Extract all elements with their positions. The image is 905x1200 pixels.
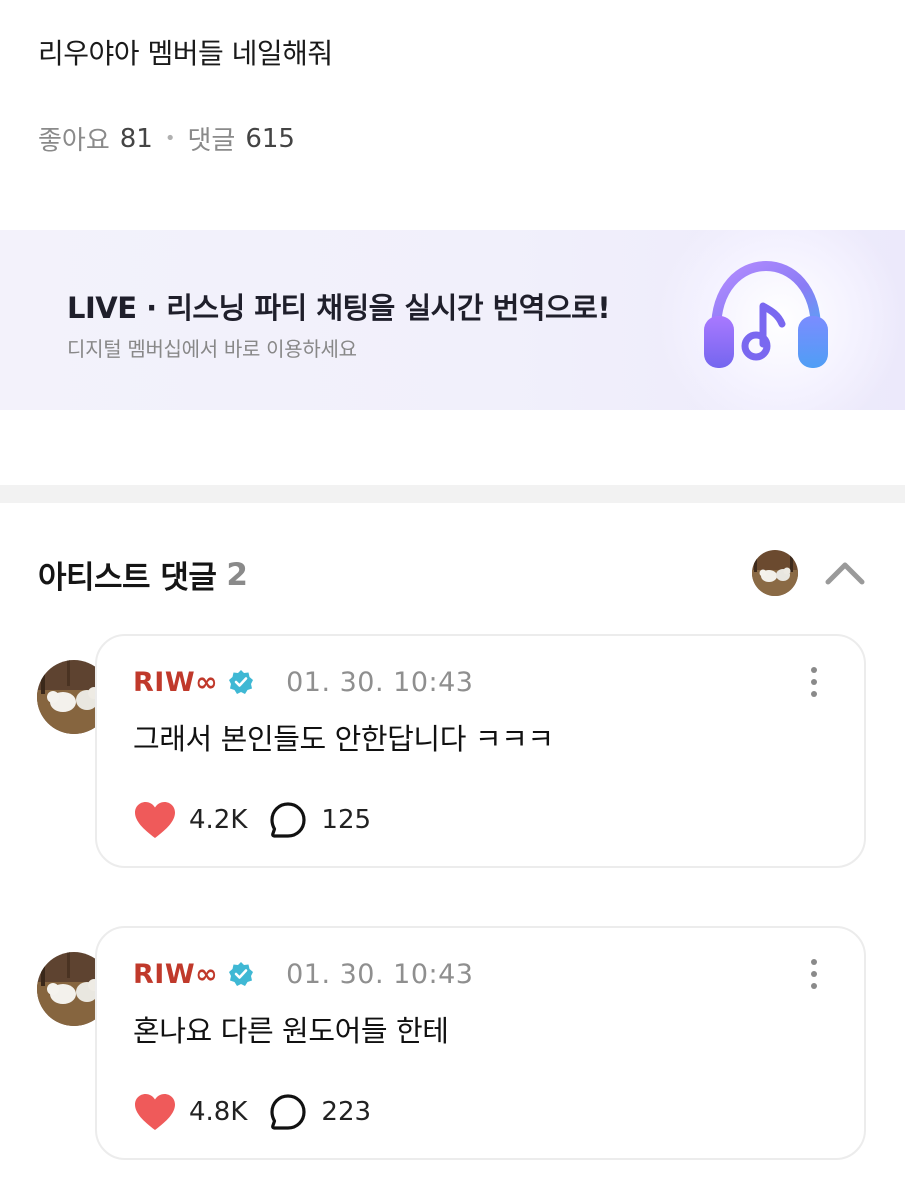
heart-icon[interactable]	[133, 1092, 177, 1132]
artist-comments-header: 아티스트 댓글 2	[38, 552, 248, 597]
verified-badge-icon	[229, 962, 254, 986]
likes-label: 좋아요	[38, 126, 110, 156]
banner-subtitle: 디지털 멤버십에서 바로 이용하세요	[67, 337, 357, 361]
reply-bubble-icon[interactable]	[269, 1093, 307, 1131]
artist-comment-card: RIW∞ 01. 30. 10:43 그래서 본인들도 안한답니다 ㅋㅋㅋ 4.…	[95, 634, 866, 868]
section-divider	[0, 485, 905, 503]
comments-label: 댓글	[187, 126, 236, 156]
comment-text: 그래서 본인들도 안한답니다 ㅋㅋㅋ	[133, 722, 554, 756]
like-count: 4.2K	[189, 805, 248, 835]
comment-header: RIW∞ 01. 30. 10:43	[133, 664, 473, 700]
headphones-music-icon	[704, 260, 828, 368]
post-stats: 좋아요 81 • 댓글 615	[38, 120, 295, 157]
separator-dot: •	[164, 128, 176, 149]
likes-count: 81	[119, 123, 153, 154]
comment-time: 01. 30. 10:43	[286, 958, 474, 990]
reply-count: 223	[321, 1097, 372, 1127]
comment-actions: 4.8K 223	[133, 1092, 371, 1132]
banner-title: LIVE · 리스닝 파티 채팅을 실시간 번역으로!	[67, 291, 611, 325]
reply-bubble-icon[interactable]	[269, 801, 307, 839]
artist-comment-card: RIW∞ 01. 30. 10:43 혼나요 다른 원도어들 한테 4.8K 2…	[95, 926, 866, 1160]
comments-count: 615	[245, 123, 295, 154]
post-title: 리우야아 멤버들 네일해줘	[38, 37, 333, 70]
reply-count: 125	[321, 805, 372, 835]
comment-actions: 4.2K 125	[133, 800, 371, 840]
artist-comments-label: 아티스트 댓글	[38, 560, 217, 596]
comment-time: 01. 30. 10:43	[286, 666, 474, 698]
artist-comments-count: 2	[226, 556, 248, 593]
comment-author[interactable]: RIW∞	[133, 667, 218, 698]
comment-author[interactable]: RIW∞	[133, 959, 218, 990]
promo-banner[interactable]: LIVE · 리스닝 파티 채팅을 실시간 번역으로! 디지털 멤버십에서 바로…	[0, 230, 905, 410]
more-options-icon[interactable]	[808, 958, 820, 990]
like-count: 4.8K	[189, 1097, 248, 1127]
heart-icon[interactable]	[133, 800, 177, 840]
more-options-icon[interactable]	[808, 666, 820, 698]
comment-text: 혼나요 다른 원도어들 한테	[133, 1014, 449, 1048]
chevron-up-icon[interactable]	[822, 556, 868, 590]
verified-badge-icon	[229, 670, 254, 694]
avatar[interactable]	[752, 550, 798, 596]
comment-header: RIW∞ 01. 30. 10:43	[133, 956, 473, 992]
